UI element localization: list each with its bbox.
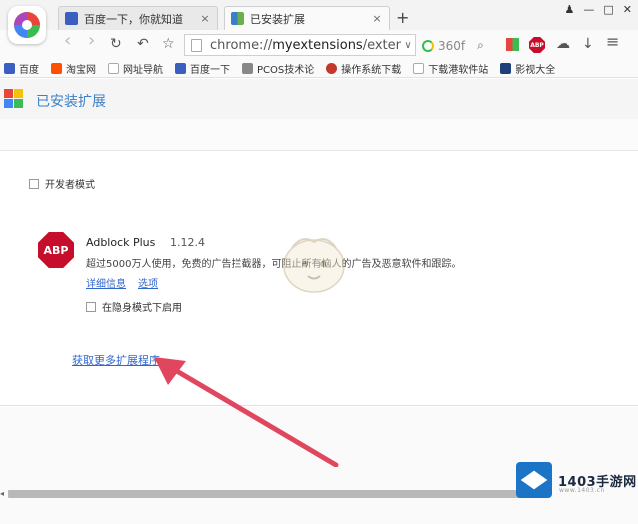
apps-icon[interactable]: [506, 38, 519, 51]
brand-cube-icon: [516, 462, 552, 498]
search-icon[interactable]: ⌕: [477, 38, 484, 53]
adblock-plus-icon[interactable]: ABP: [529, 37, 545, 53]
get-more-extensions-link[interactable]: 获取更多扩展程序: [72, 352, 160, 368]
download-icon[interactable]: ↓: [582, 36, 594, 52]
url-text[interactable]: chrome://myextensions/extensio: [210, 38, 401, 53]
options-link[interactable]: 选项: [138, 275, 158, 290]
site-watermark: 1403手游网 www.1403.cn: [516, 462, 637, 498]
paw-icon: [65, 12, 78, 25]
cloud-icon[interactable]: ☁: [556, 36, 570, 52]
tab-strip: 百度一下，你就知道 × 已安装扩展 × + ♟ — □ ✕: [0, 0, 638, 30]
adblock-plus-icon: ABP: [38, 232, 74, 268]
undo-button[interactable]: ↶: [137, 36, 149, 52]
incognito-checkbox[interactable]: [86, 301, 96, 312]
developer-mode-toggle[interactable]: 开发者模式: [29, 176, 95, 191]
bookmark-label: 淘宝网: [66, 65, 96, 76]
chevron-down-icon[interactable]: ∨: [401, 40, 415, 51]
page-icon: [108, 63, 119, 74]
back-button[interactable]: ‹: [64, 32, 71, 50]
close-window-button[interactable]: ✕: [623, 3, 632, 16]
page-header: 已安装扩展: [0, 79, 638, 119]
os-icon: [326, 63, 338, 74]
bookmark-item[interactable]: 百度: [4, 61, 39, 76]
details-link[interactable]: 详细信息: [86, 275, 126, 290]
tab-extensions[interactable]: 已安装扩展 ×: [224, 6, 390, 30]
minimize-button[interactable]: —: [583, 3, 594, 16]
close-tab-icon[interactable]: ×: [371, 12, 383, 25]
bookmark-item[interactable]: PCOS技术论: [242, 61, 314, 76]
bookmark-item[interactable]: 淘宝网: [51, 61, 96, 76]
address-bar[interactable]: chrome://myextensions/extensio ∨: [184, 34, 416, 56]
annotation-arrow-icon: [154, 357, 339, 467]
search-box[interactable]: 360f ⌕: [422, 38, 484, 53]
extensions-grid-icon: [231, 12, 244, 25]
extension-name: Adblock Plus: [86, 236, 156, 249]
forward-button[interactable]: ›: [88, 32, 95, 50]
bookmark-label: PCOS技术论: [257, 65, 315, 76]
extension-version: 1.12.4: [170, 236, 205, 249]
bookmark-item[interactable]: 影视大全: [500, 61, 555, 76]
video-icon: [500, 63, 512, 74]
watermark-mascot-icon: [283, 238, 345, 293]
close-tab-icon[interactable]: ×: [199, 12, 211, 25]
pcos-icon: [242, 63, 253, 74]
tab-baidu[interactable]: 百度一下，你就知道 ×: [58, 6, 218, 30]
browser-logo[interactable]: [8, 6, 46, 44]
reload-button[interactable]: ↻: [110, 36, 122, 52]
taobao-icon: [51, 63, 62, 74]
browser-window: 百度一下，你就知道 × 已安装扩展 × + ♟ — □ ✕ ‹ › ↻ ↶ ☆ …: [0, 0, 638, 524]
bookmark-label: 网址导航: [123, 65, 163, 76]
page-icon: [413, 63, 425, 74]
toolbar: ‹ › ↻ ↶ ☆ chrome://myextensions/extensio…: [0, 30, 638, 60]
extension-links: 详细信息 选项: [86, 275, 158, 290]
extensions-grid-icon: [4, 89, 24, 109]
paw-icon: [175, 63, 186, 74]
window-controls: ♟ — □ ✕: [565, 3, 633, 16]
page-title: 已安装扩展: [36, 94, 106, 110]
bookmark-label: 影视大全: [515, 65, 556, 76]
bookmark-label: 百度一下: [190, 65, 230, 76]
incognito-label: 在隐身模式下启用: [102, 303, 182, 314]
360-search-icon: [422, 39, 434, 52]
developer-mode-checkbox[interactable]: [29, 178, 39, 189]
bookmark-label: 百度: [19, 65, 39, 76]
paw-icon: [4, 63, 15, 74]
url-path: /extensio: [362, 37, 401, 53]
url-host: myextensions: [272, 37, 363, 53]
bookmark-label: 下载港软件站: [428, 65, 489, 76]
skin-icon[interactable]: ♟: [565, 3, 575, 16]
url-scheme: chrome://: [210, 37, 273, 53]
header-divider: [0, 119, 638, 151]
brand-url: www.1403.cn: [559, 487, 605, 494]
search-engine-label: 360f: [438, 38, 466, 53]
bookmark-item[interactable]: 网址导航: [108, 61, 163, 76]
bookmark-item[interactable]: 下载港软件站: [413, 61, 488, 76]
tab-title: 百度一下，你就知道: [84, 12, 183, 26]
horizontal-scrollbar[interactable]: [8, 490, 528, 498]
bookmark-label: 操作系统下载: [341, 65, 402, 76]
scroll-left-icon[interactable]: ◂: [0, 489, 4, 498]
tab-title: 已安装扩展: [250, 12, 305, 26]
bookmarks-bar: 百度 淘宝网 网址导航 百度一下 PCOS技术论 操作系统下载 下载港软件站 影…: [0, 60, 638, 78]
maximize-button[interactable]: □: [603, 3, 613, 16]
developer-mode-label: 开发者模式: [45, 180, 95, 191]
page-icon: [191, 38, 202, 52]
menu-icon[interactable]: ≡: [606, 34, 619, 50]
bookmark-item[interactable]: 操作系统下载: [326, 61, 401, 76]
new-tab-button[interactable]: +: [396, 8, 409, 27]
bookmark-item[interactable]: 百度一下: [175, 61, 230, 76]
incognito-toggle[interactable]: 在隐身模式下启用: [86, 299, 182, 314]
browser-logo-icon: [14, 12, 40, 38]
bookmark-star-icon[interactable]: ☆: [162, 36, 175, 52]
